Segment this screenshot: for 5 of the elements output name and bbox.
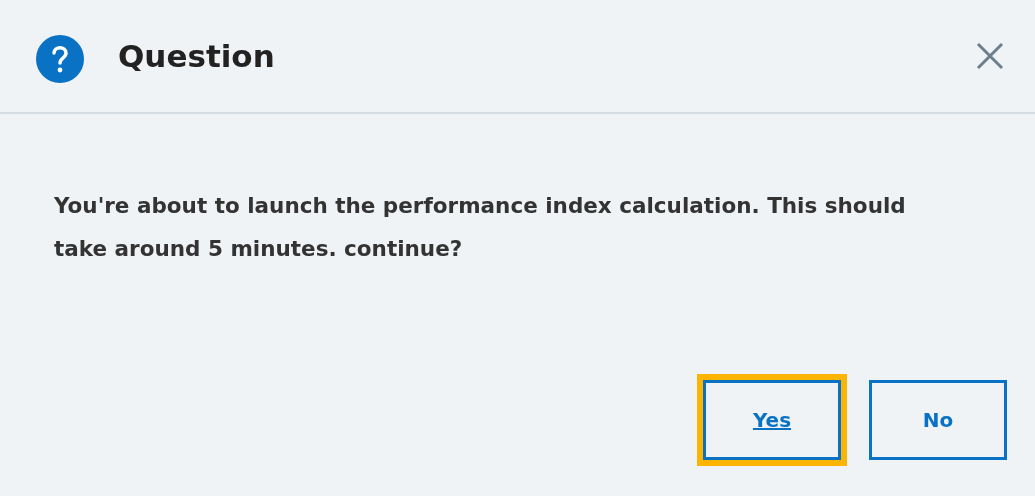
question-icon <box>36 35 84 83</box>
dialog-message: You're about to launch the performance index calculation. This should take around 5 minutes. continue? <box>54 192 907 263</box>
dialog-title: Question <box>118 38 276 74</box>
close-icon[interactable] <box>975 41 1005 71</box>
dialog-button[interactable]: No <box>869 380 1007 460</box>
